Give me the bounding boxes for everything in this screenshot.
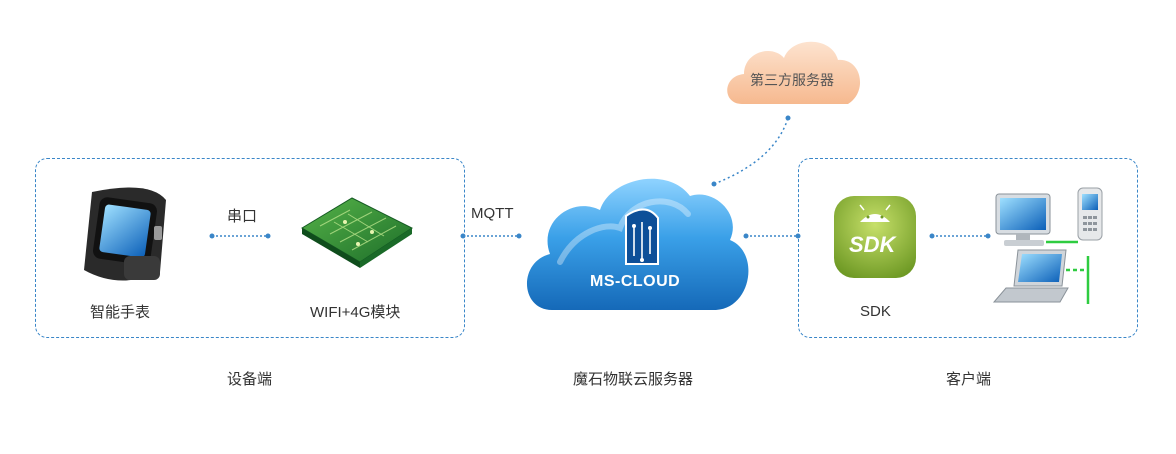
third-party-connector	[711, 115, 791, 187]
serial-connector	[209, 233, 271, 239]
mobile-phone-icon	[1077, 187, 1103, 241]
cloud-caption: 魔石物联云服务器	[573, 371, 694, 388]
watch-label: 智能手表	[90, 304, 151, 321]
mqtt-label: MQTT	[471, 205, 514, 222]
third-party-label: 第三方服务器	[750, 72, 834, 88]
smart-watch-icon	[84, 187, 166, 281]
sdk-label: SDK	[860, 303, 891, 320]
device-side-caption: 设备端	[227, 371, 273, 388]
client-side-caption: 客户端	[946, 371, 992, 388]
sdk-client-connector	[929, 233, 991, 239]
laptop-computer-icon	[992, 249, 1069, 303]
cloud-client-connector	[743, 233, 801, 239]
circuit-head-logo-icon	[625, 208, 659, 265]
module-label: WIFI+4G模块	[310, 304, 401, 321]
mqtt-connector	[460, 233, 522, 239]
serial-label: 串口	[227, 208, 258, 225]
desktop-computer-icon	[995, 193, 1051, 246]
wifi-4g-module-icon	[301, 197, 414, 268]
cloud-name: MS-CLOUD	[590, 273, 681, 290]
sdk-badge-text: SDK	[849, 232, 896, 257]
